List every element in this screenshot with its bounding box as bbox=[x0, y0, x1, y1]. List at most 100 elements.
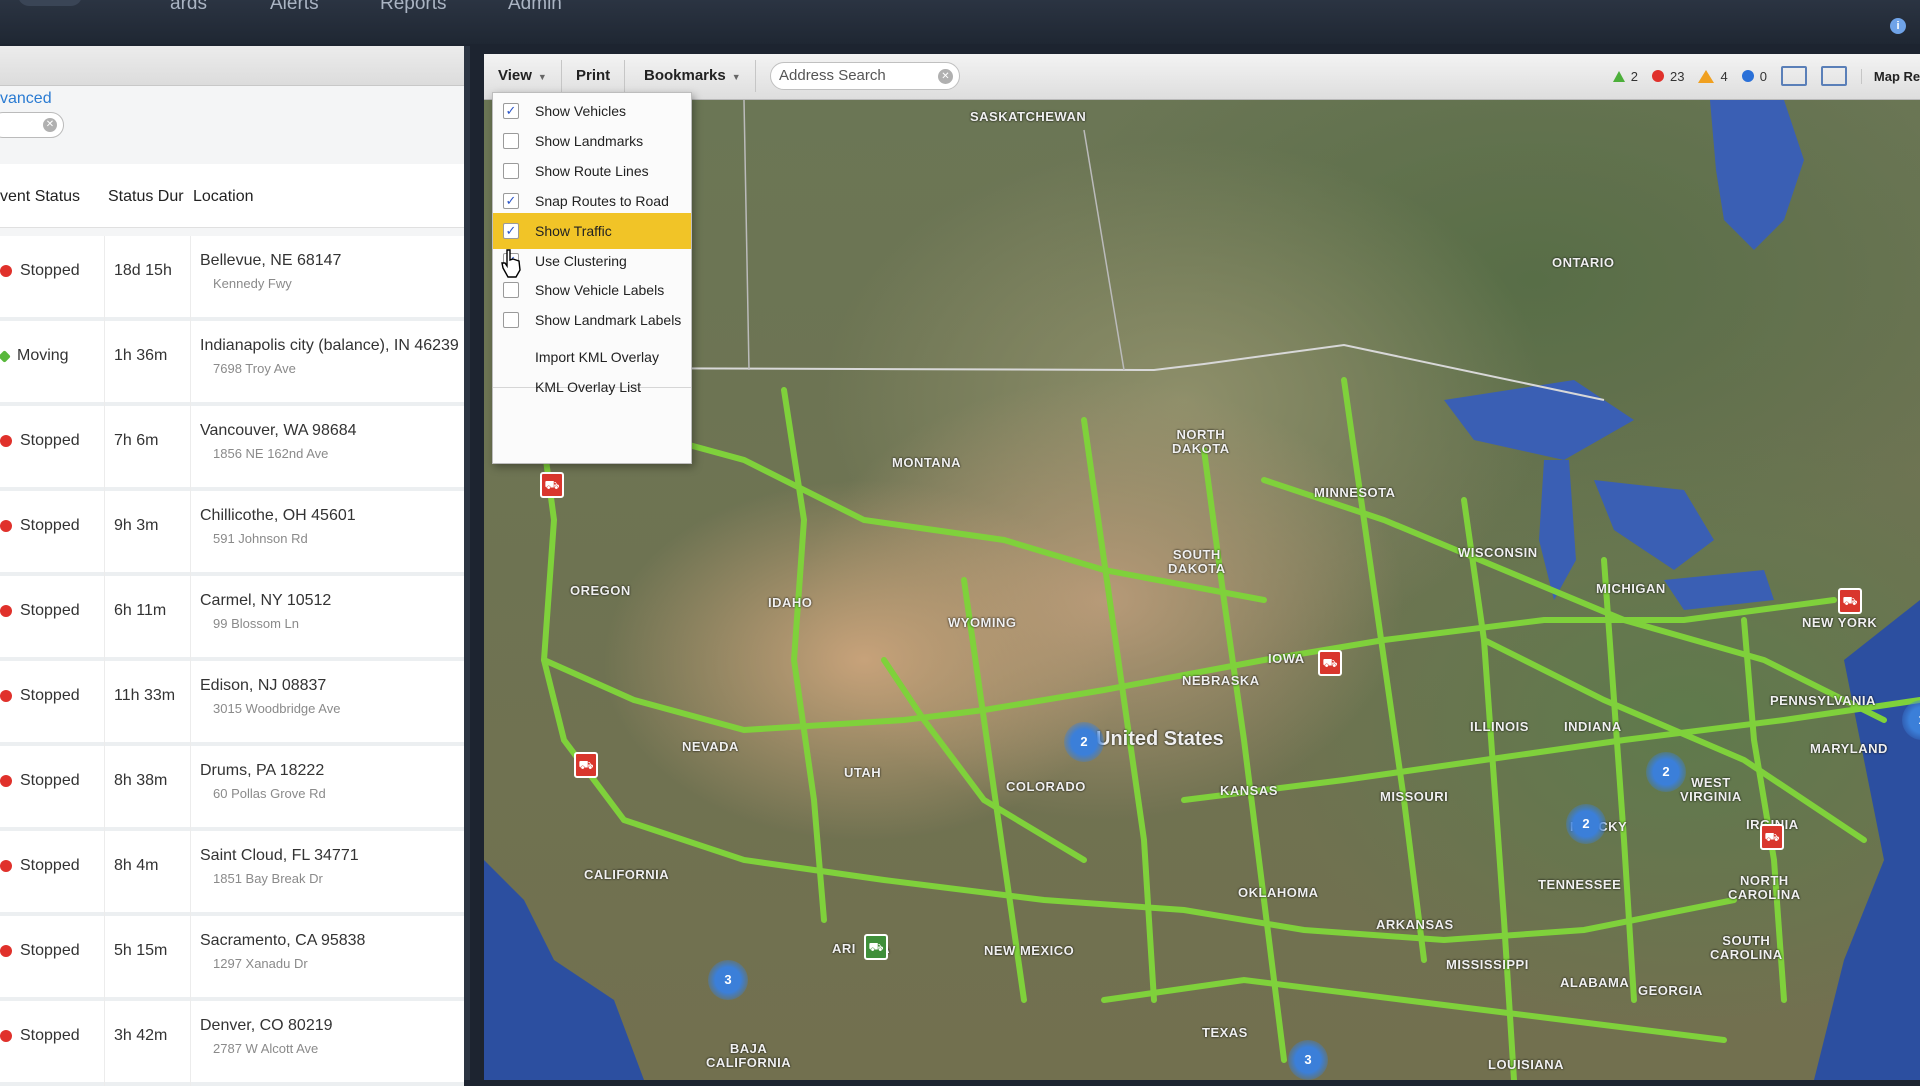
checkbox[interactable]: ✓ bbox=[503, 103, 519, 119]
status-cell: Stopped bbox=[0, 857, 80, 875]
status-cell: Stopped bbox=[0, 772, 80, 790]
bookmarks-button[interactable]: Bookmarks ▼ bbox=[630, 60, 756, 92]
select-area-icon[interactable] bbox=[1820, 66, 1847, 86]
label-missouri: MISSOURI bbox=[1380, 789, 1449, 804]
location-street: 1856 NE 162nd Ave bbox=[213, 446, 329, 461]
status-duration: 7h 6m bbox=[114, 432, 159, 449]
label-tennessee: TENNESSEE bbox=[1538, 877, 1622, 892]
column-status-duration[interactable]: Status Dur bbox=[108, 188, 184, 206]
zoom-box-icon[interactable] bbox=[1780, 66, 1807, 86]
vehicle-marker[interactable]: ⛟ bbox=[540, 472, 564, 498]
cell-divider bbox=[190, 746, 191, 831]
label-arkansas: ARKANSAS bbox=[1376, 917, 1454, 932]
clear-search-icon[interactable]: ✕ bbox=[938, 69, 953, 84]
status-dot-icon bbox=[0, 690, 12, 702]
table-row[interactable]: Stopped 7h 6m Vancouver, WA 98684 1856 NE 1… bbox=[0, 406, 464, 491]
vehicle-marker[interactable]: ⛟ bbox=[1838, 588, 1862, 614]
label-iowa: IOWA bbox=[1268, 651, 1305, 666]
table-row[interactable]: Stopped 11h 33m Edison, NJ 08837 3015 Woodb… bbox=[0, 661, 464, 746]
label-south-carolina: SOUTH CAROLINA bbox=[1710, 933, 1783, 962]
view-menu-button[interactable]: View ▼ bbox=[484, 60, 562, 92]
table-row[interactable]: Stopped 9h 3m Chillicothe, OH 45601 591 Joh… bbox=[0, 491, 464, 576]
vehicle-marker[interactable]: ⛟ bbox=[864, 934, 888, 960]
location-city: Indianapolis city (balance), IN 46239 bbox=[200, 337, 459, 354]
nav-reports[interactable]: Reports bbox=[380, 0, 447, 15]
checkbox[interactable] bbox=[503, 282, 519, 298]
location-city: Bellevue, NE 68147 bbox=[200, 252, 342, 269]
cell-divider bbox=[104, 746, 105, 831]
checkbox[interactable] bbox=[503, 133, 519, 149]
table-row[interactable]: Stopped 6h 11m Carmel, NY 10512 99 Blossom … bbox=[0, 576, 464, 661]
label-saskatchewan: SASKATCHEWAN bbox=[970, 109, 1087, 124]
moving-arrow-icon bbox=[1612, 70, 1625, 82]
table-row[interactable]: Stopped 3h 42m Denver, CO 80219 2787 W Alco… bbox=[0, 1001, 464, 1086]
menu-item-label: KML Overlay List bbox=[535, 379, 642, 395]
table-row[interactable]: Stopped 8h 4m Saint Cloud, FL 34771 1851 Ba… bbox=[0, 831, 464, 916]
cell-divider bbox=[190, 576, 191, 661]
advanced-search-link[interactable]: vanced bbox=[0, 90, 52, 108]
table-row[interactable]: Stopped 8h 38m Drums, PA 18222 60 Pollas Gr… bbox=[0, 746, 464, 831]
print-button[interactable]: Print bbox=[562, 60, 626, 92]
location-street: 3015 Woodbridge Ave bbox=[213, 701, 341, 716]
location-city: Sacramento, CA 95838 bbox=[200, 932, 366, 949]
warning-counter[interactable]: 4 bbox=[1698, 69, 1728, 84]
vehicle-cluster[interactable]: 3 bbox=[708, 960, 748, 1000]
canada-border-line bbox=[573, 343, 1605, 401]
menu-item-kml-overlay-list[interactable]: KML Overlay List bbox=[493, 369, 691, 405]
moving-counter[interactable]: 2 bbox=[1612, 69, 1638, 84]
address-search-input[interactable]: Address Search ✕ bbox=[770, 62, 960, 90]
vehicle-marker[interactable]: ⛟ bbox=[1318, 650, 1342, 676]
label-baja-california: BAJA CALIFORNIA bbox=[706, 1041, 792, 1070]
cell-divider bbox=[190, 661, 191, 746]
status-duration: 6h 11m bbox=[114, 602, 167, 619]
nav-admin[interactable]: Admin bbox=[508, 0, 562, 15]
location-city: Saint Cloud, FL 34771 bbox=[200, 847, 359, 864]
nav-dashboards[interactable]: ards bbox=[170, 0, 207, 15]
status-duration: 11h 33m bbox=[114, 687, 176, 704]
location-city: Edison, NJ 08837 bbox=[200, 677, 327, 694]
label-south-dakota: SOUTH DAKOTA bbox=[1168, 547, 1226, 576]
label-nebraska: NEBRASKA bbox=[1182, 673, 1260, 688]
menu-item-show-landmark-labels[interactable]: Show Landmark Labels bbox=[493, 302, 691, 338]
column-event-status[interactable]: vent Status bbox=[0, 188, 80, 206]
checkbox[interactable] bbox=[503, 312, 519, 328]
label-maryland: MARYLAND bbox=[1810, 741, 1888, 756]
checkbox[interactable]: ✓ bbox=[503, 193, 519, 209]
vehicle-cluster[interactable]: 2 bbox=[1646, 752, 1686, 792]
filter-input[interactable]: ✕ bbox=[0, 112, 64, 138]
location-city: Vancouver, WA 98684 bbox=[200, 422, 357, 439]
vehicle-marker[interactable]: ⛟ bbox=[1760, 824, 1784, 850]
stopped-counter[interactable]: 23 bbox=[1651, 69, 1684, 84]
status-duration: 9h 3m bbox=[114, 517, 159, 534]
nav-alerts[interactable]: Alerts bbox=[270, 0, 319, 15]
vehicle-cluster[interactable]: 2 bbox=[1064, 722, 1104, 762]
table-row[interactable]: Stopped 18d 15h Bellevue, NE 68147 Kennedy … bbox=[0, 236, 464, 321]
checkbox[interactable] bbox=[503, 163, 519, 179]
cell-divider bbox=[190, 321, 191, 406]
cell-divider bbox=[190, 491, 191, 576]
status-text: Stopped bbox=[20, 602, 80, 619]
label-wisconsin: WISCONSIN bbox=[1458, 545, 1538, 560]
cell-divider bbox=[190, 406, 191, 491]
clear-filter-icon[interactable]: ✕ bbox=[43, 118, 57, 132]
checkbox[interactable]: ✓ bbox=[503, 223, 519, 239]
location-street: Kennedy Fwy bbox=[213, 276, 292, 291]
info-icon[interactable]: i bbox=[1890, 18, 1906, 34]
vehicle-cluster[interactable]: 3 bbox=[1288, 1040, 1328, 1080]
status-text: Stopped bbox=[20, 857, 80, 874]
vehicle-cluster[interactable]: 2 bbox=[1566, 804, 1606, 844]
table-row[interactable]: Stopped 5h 15m Sacramento, CA 95838 1297 Xa… bbox=[0, 916, 464, 1001]
cell-divider bbox=[104, 406, 105, 491]
map-view[interactable]: SASKATCHEWAN ONTARIO MONTANA NORTH DAKOT… bbox=[484, 100, 1920, 1080]
location-street: 99 Blossom Ln bbox=[213, 616, 299, 631]
column-location[interactable]: Location bbox=[193, 188, 254, 206]
map-refresh-button[interactable]: Map Refres bbox=[1860, 68, 1920, 84]
label-kansas: KANSAS bbox=[1220, 783, 1278, 798]
label-north-dakota: NORTH DAKOTA bbox=[1172, 427, 1230, 456]
idle-counter[interactable]: 0 bbox=[1741, 69, 1767, 84]
cell-divider bbox=[104, 916, 105, 1001]
app-logo[interactable] bbox=[18, 0, 82, 6]
table-row[interactable]: Moving 1h 36m Indianapolis city (balance),… bbox=[0, 321, 464, 406]
status-counters: 2 23 4 0 Map Refres bbox=[1612, 60, 1920, 92]
vehicle-marker[interactable]: ⛟ bbox=[574, 752, 598, 778]
